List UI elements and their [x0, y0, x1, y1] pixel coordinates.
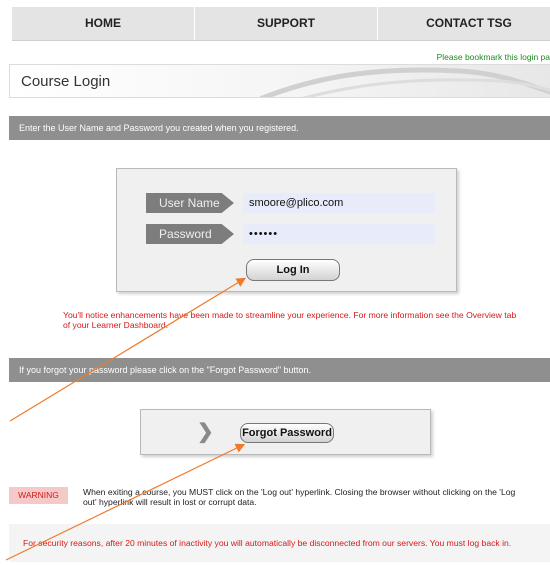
forgot-instructions-bar: If you forgot your password please click…: [9, 358, 550, 382]
password-field[interactable]: ••••••: [243, 224, 435, 244]
warning-badge: WARNING: [9, 487, 68, 504]
security-notice: For security reasons, after 20 minutes o…: [9, 524, 550, 562]
nav-contact-tsg[interactable]: CONTACT TSG: [378, 7, 550, 40]
top-nav: HOME SUPPORT CONTACT TSG: [12, 7, 550, 41]
enhancement-notice: You'll notice enhancements have been mad…: [63, 310, 517, 330]
title-swoosh-decoration: [260, 67, 550, 97]
warning-text: When exiting a course, you MUST click on…: [83, 487, 516, 507]
bookmark-message: Please bookmark this login pa: [436, 52, 550, 62]
login-form: User Name smoore@plico.com Password ••••…: [116, 168, 457, 292]
username-label: User Name: [146, 193, 234, 213]
nav-home[interactable]: HOME: [12, 7, 195, 40]
login-button[interactable]: Log In: [246, 259, 340, 281]
forgot-password-panel: ❯ Forgot Password: [140, 409, 431, 455]
page-title: Course Login: [21, 73, 111, 90]
forgot-password-button[interactable]: Forgot Password: [240, 423, 334, 443]
nav-support[interactable]: SUPPORT: [195, 7, 378, 40]
password-label: Password: [146, 224, 234, 244]
arrow-to-login-button: [9, 277, 247, 422]
login-instructions-bar: Enter the User Name and Password you cre…: [9, 116, 550, 140]
chevron-right-icon: ❯: [197, 421, 214, 443]
username-field[interactable]: smoore@plico.com: [243, 193, 435, 213]
page-title-bar: Course Login: [9, 64, 550, 98]
